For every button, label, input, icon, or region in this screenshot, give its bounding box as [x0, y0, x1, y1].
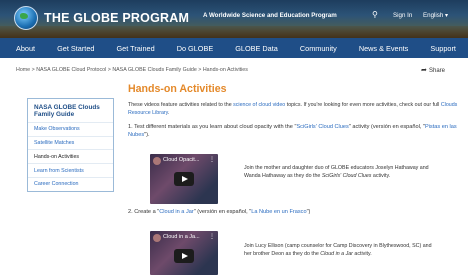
main-content: Hands-on Activities These videos feature…: [128, 83, 458, 139]
language-select[interactable]: English ▾: [423, 12, 448, 19]
more-options-icon[interactable]: ⋮: [209, 233, 215, 240]
sidebar-item-career-connection[interactable]: Career Connection: [28, 176, 113, 191]
site-logo[interactable]: THE GLOBE PROGRAM: [14, 6, 189, 30]
activity-text: 2. Create a ": [128, 209, 160, 215]
activity-text: ").: [144, 132, 150, 138]
video-description-italic: Cloud in a Jar: [320, 251, 353, 257]
sidebar-nav: NASA GLOBE Clouds Family Guide Make Obse…: [27, 98, 114, 192]
video-player-cloud-in-a-jar[interactable]: Cloud in a Ja... ⋮: [150, 231, 218, 275]
video-player-cloud-opacity[interactable]: Cloud Opacit... ⋮: [150, 154, 218, 204]
nav-item-news-events[interactable]: News & Events: [359, 44, 408, 53]
channel-avatar: [153, 234, 161, 242]
science-of-cloud-video-link[interactable]: science of cloud video: [233, 102, 285, 108]
nav-item-do-globe[interactable]: Do GLOBE: [177, 44, 214, 53]
video-description-italic: SciGirls' Cloud Clues: [321, 173, 372, 179]
play-button-icon[interactable]: [174, 172, 194, 186]
site-tagline: A Worldwide Science and Education Progra…: [203, 12, 337, 19]
breadcrumb: Home > NASA GLOBE Cloud Protocol > NASA …: [16, 67, 248, 73]
sidebar-item-satellite-matches[interactable]: Satellite Matches: [28, 135, 113, 150]
breadcrumb-item-family-guide[interactable]: NASA GLOBE Clouds Family Guide: [112, 67, 197, 73]
share-icon: ➦: [421, 67, 427, 74]
nav-item-globe-data[interactable]: GLOBE Data: [235, 44, 278, 53]
logo-text: THE GLOBE PROGRAM: [44, 11, 190, 25]
video-description-text: activity.: [352, 251, 372, 257]
globe-logo-icon: [14, 6, 38, 30]
video-title: Cloud in a Ja...: [163, 234, 200, 240]
main-nav: About Get Started Get Trained Do GLOBE G…: [0, 38, 468, 58]
activity-text: 1. Test different materials as you learn…: [128, 124, 297, 130]
activity-text: " (versión en español, ": [193, 209, 252, 215]
video-description: Join Lucy Ellison (camp counselor for Ca…: [244, 242, 434, 258]
video-description-text: activity.: [371, 173, 391, 179]
more-options-icon[interactable]: ⋮: [209, 156, 215, 163]
activity-item-1: 1. Test different materials as you learn…: [128, 123, 458, 139]
intro-text: topics. If you're looking for even more …: [285, 102, 441, 108]
search-icon[interactable]: ⚲: [372, 10, 378, 19]
intro-text: These videos feature activities related …: [128, 102, 234, 108]
activity-text: " activity (versión en español, ": [348, 124, 425, 130]
breadcrumb-item-protocol[interactable]: NASA GLOBE Cloud Protocol: [36, 67, 106, 73]
activity-item-2: 2. Create a "Cloud in a Jar" (versión en…: [128, 208, 458, 216]
page-title: Hands-on Activities: [128, 83, 227, 95]
chevron-down-icon: ▾: [445, 12, 449, 19]
site-header: THE GLOBE PROGRAM A Worldwide Science an…: [0, 0, 468, 38]
breadcrumb-bar: Home > NASA GLOBE Cloud Protocol > NASA …: [0, 58, 468, 82]
cloud-in-a-jar-link[interactable]: Cloud in a Jar: [159, 209, 194, 215]
breadcrumb-home[interactable]: Home: [16, 67, 30, 73]
intro-text: .: [167, 110, 170, 116]
la-nube-en-un-frasco-link[interactable]: La Nube en un Frasco: [251, 209, 306, 215]
sidebar-item-make-observations[interactable]: Make Observations: [28, 121, 113, 136]
nav-item-get-started[interactable]: Get Started: [57, 44, 94, 53]
channel-avatar: [153, 157, 161, 165]
sidebar-item-learn-from-scientists[interactable]: Learn from Scientists: [28, 163, 113, 177]
video-title: Cloud Opacit...: [163, 157, 200, 163]
breadcrumb-item-current: Hands-on Activities: [202, 67, 248, 73]
share-button[interactable]: ➦ Share: [421, 66, 445, 74]
share-label: Share: [429, 68, 446, 74]
sidebar-title[interactable]: NASA GLOBE Clouds Family Guide: [28, 99, 113, 122]
scigirls-cloud-clues-link[interactable]: SciGirls' Cloud Clues: [296, 124, 348, 130]
sign-in-link[interactable]: Sign In: [393, 12, 412, 19]
language-label: English: [423, 12, 444, 19]
intro-paragraph: These videos feature activities related …: [128, 101, 458, 117]
nav-item-support[interactable]: Support: [430, 44, 456, 53]
activity-text: "): [306, 209, 311, 215]
nav-item-get-trained[interactable]: Get Trained: [117, 44, 155, 53]
play-button-icon[interactable]: [174, 249, 194, 263]
nav-item-about[interactable]: About: [16, 44, 35, 53]
sidebar-item-hands-on-activities[interactable]: Hands-on Activities: [28, 149, 113, 164]
nav-item-community[interactable]: Community: [300, 44, 337, 53]
video-description: Join the mother and daughter duo of GLOB…: [244, 164, 434, 180]
